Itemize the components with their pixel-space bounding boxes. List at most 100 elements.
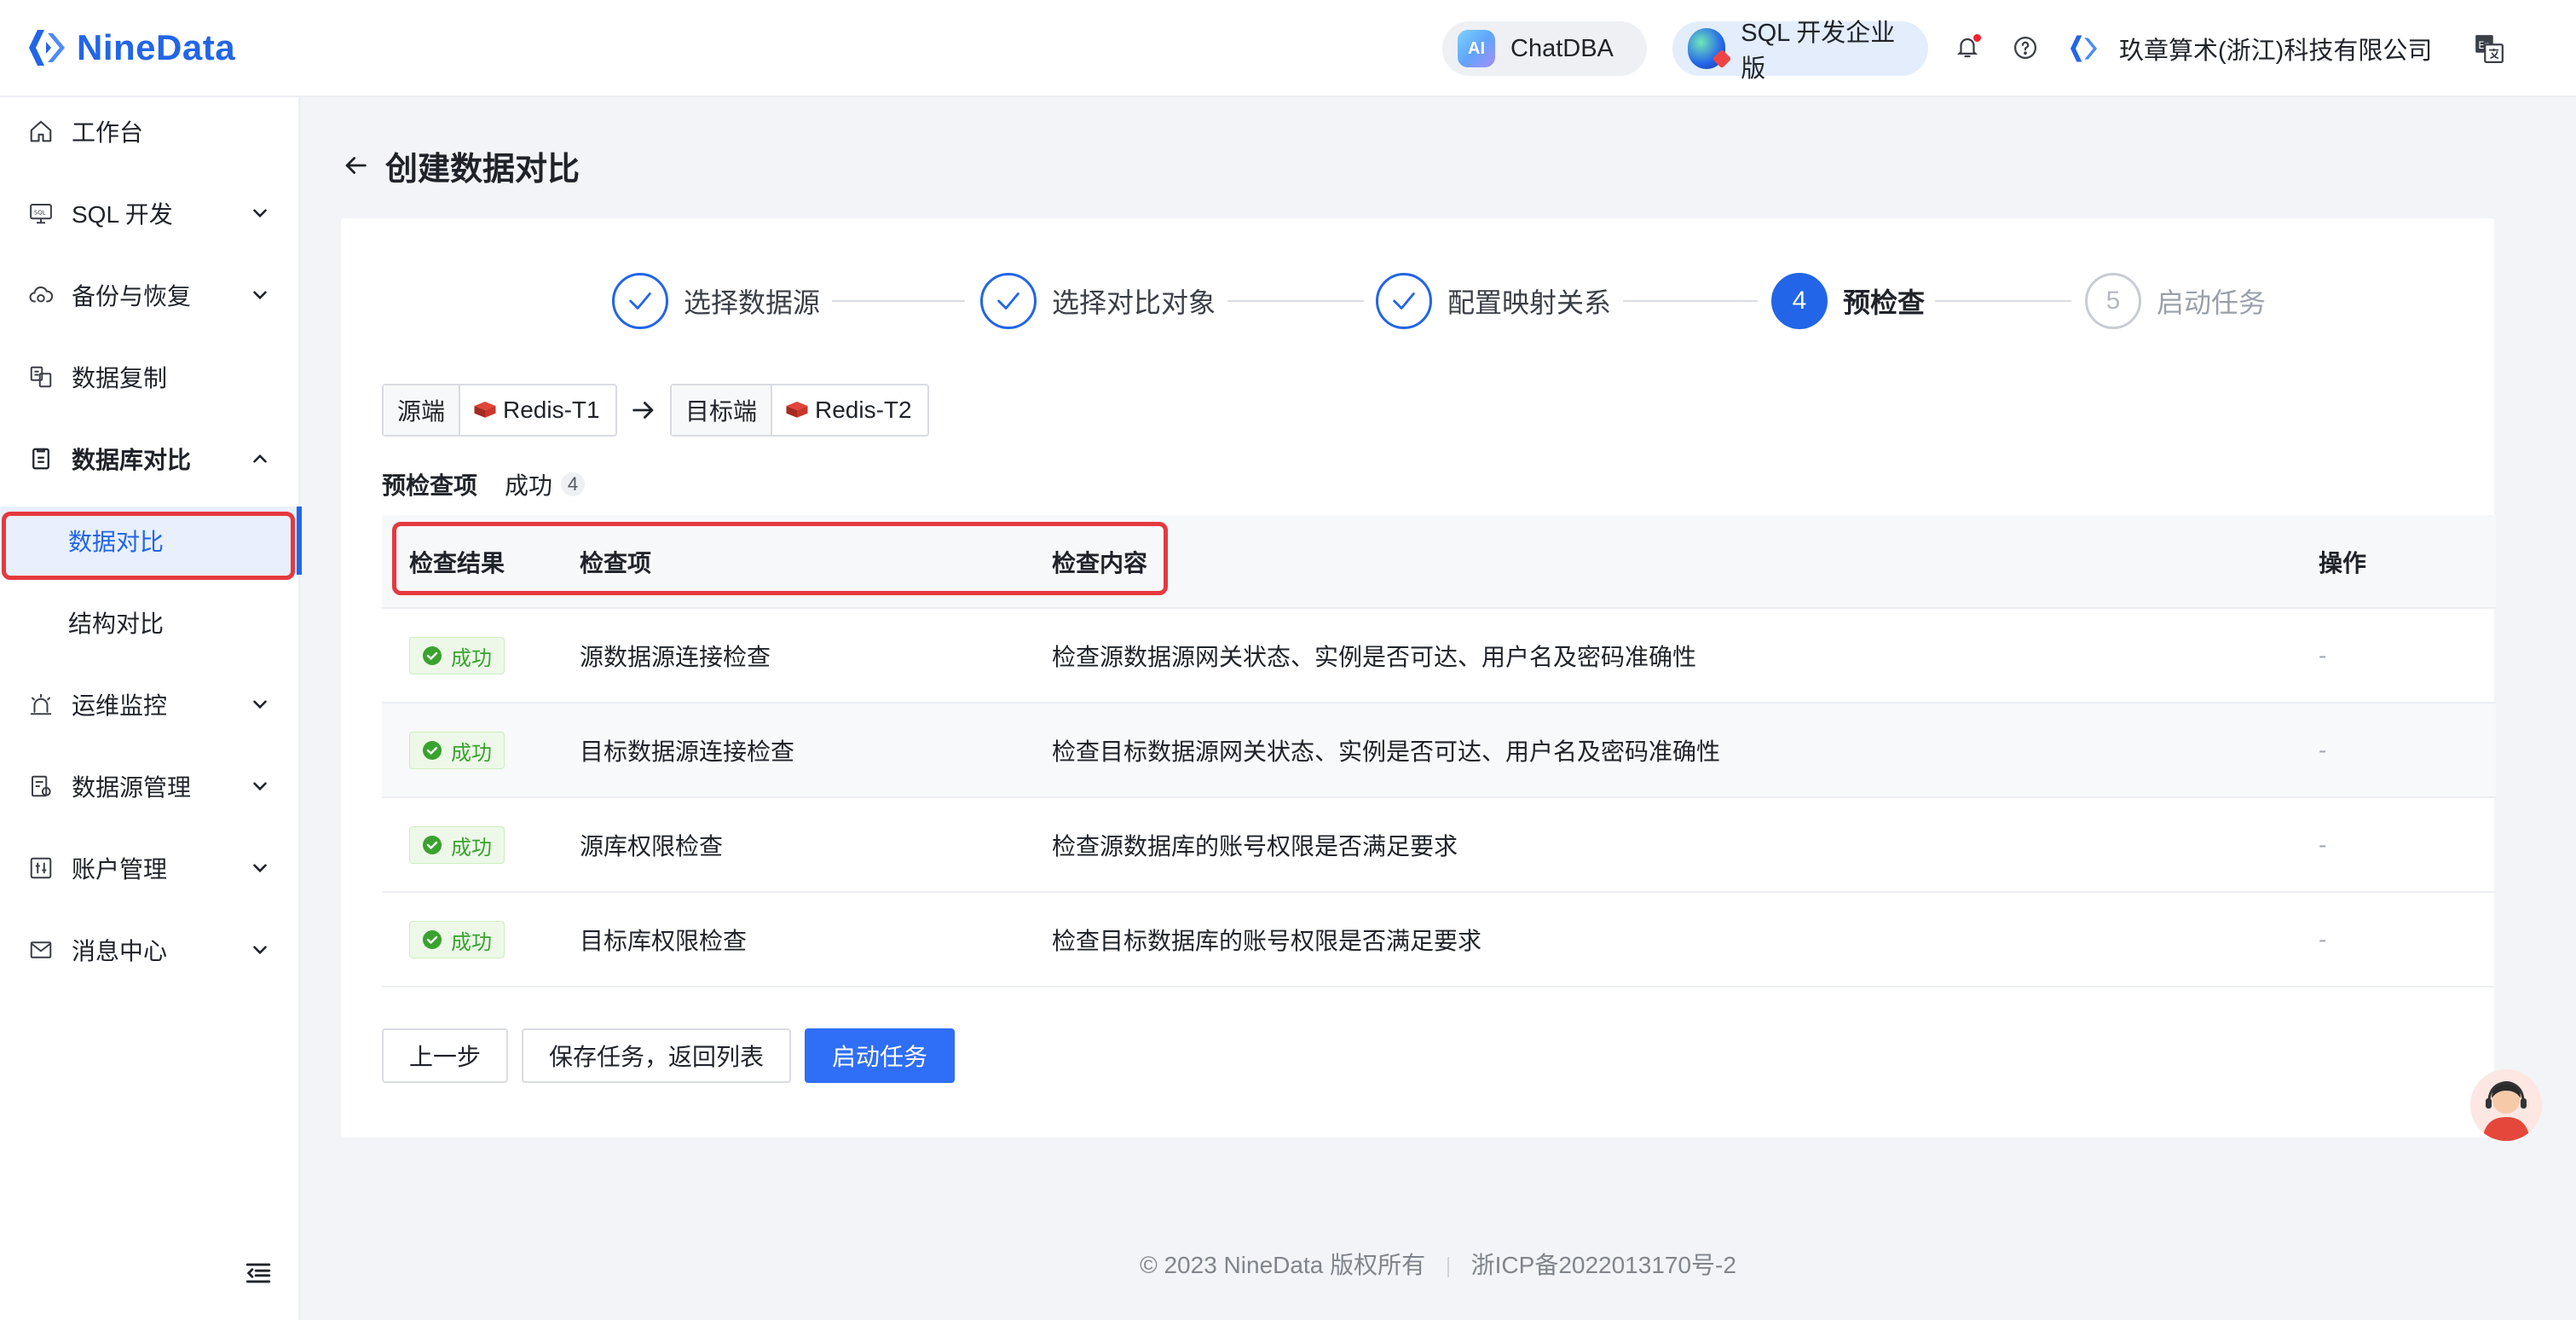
table-row: 成功 源库权限检查 检查源数据库的账号权限是否满足要求 - [382,798,2496,893]
column-header-result: 检查结果 [409,550,505,576]
success-tag: 成功 [409,921,505,958]
source-name: Redis-T1 [503,397,600,423]
footer: © 2023 NineData 版权所有 浙ICP备2022013170号-2 [0,1247,2576,1281]
chatdba-label: ChatDBA [1510,34,1614,62]
globe-icon [1688,28,1726,69]
chevron-down-icon [253,700,267,709]
prev-step-button[interactable]: 上一步 [382,1028,508,1083]
organization-name: 玖章算术(浙江)科技有限公司 [2119,38,2433,65]
cloud-backup-icon [27,281,55,309]
sql-enterprise-button[interactable]: SQL 开发企业版 [1672,20,1928,83]
customer-service-icon [2470,1069,2542,1141]
organization-logo-icon [2070,35,2098,62]
mail-icon [27,936,55,964]
footer-divider [1447,1256,1449,1277]
check-item: 目标数据源连接检查 [580,738,795,765]
icp-link[interactable]: 浙ICP备2022013170号-2 [1471,1252,1736,1278]
step-label: 选择数据源 [684,287,821,318]
success-tag: 成功 [409,826,505,864]
check-icon [980,273,1037,329]
step-connector [832,300,965,302]
sidebar-item-monitoring[interactable]: 运维监控 [0,670,300,738]
table-row: 成功 源数据源连接检查 检查源数据源网关状态、实例是否可达、用户名及密码准确性 … [382,609,2496,703]
sidebar-item-sql-dev[interactable]: SQL SQL 开发 [0,179,300,247]
precheck-tabs: 预检查项 成功 4 [382,467,586,501]
brand-name: NineData [77,27,236,67]
source-endpoint: 源端 Redis-T1 [382,384,617,437]
check-icon [612,273,668,329]
sidebar: 工作台 SQL SQL 开发 备份与恢复 数据复制 数据库对比 数据对比 结构对… [0,97,302,1320]
redis-icon [474,402,496,418]
source-tag: 源端 [384,385,461,435]
step-mapping: 配置映射关系 [1376,271,1611,331]
sidebar-item-schema-compare[interactable]: 结构对比 [0,588,300,657]
sidebar-item-label: SQL 开发 [72,201,173,228]
sidebar-item-replication[interactable]: 数据复制 [0,343,300,411]
chevron-down-icon [253,946,267,955]
check-item: 目标库权限检查 [580,928,748,954]
step-label: 启动任务 [2157,287,2267,318]
language-icon[interactable]: En [2472,32,2506,66]
check-content: 检查源数据源网关状态、实例是否可达、用户名及密码准确性 [1052,644,1697,670]
copyright-icon: © [1140,1252,1158,1278]
sidebar-item-workbench[interactable]: 工作台 [0,97,300,165]
chatdba-button[interactable]: AI ChatDBA [1442,21,1647,76]
start-task-button[interactable]: 启动任务 [805,1028,955,1083]
top-bar: NineData AI ChatDBA SQL 开发企业版 玖章算术(浙江)科技… [0,0,2576,97]
sidebar-item-messages[interactable]: 消息中心 [0,916,300,984]
notification-dot [1973,34,1981,42]
check-circle-icon [423,836,442,854]
tab-success[interactable]: 成功 4 [505,467,586,501]
row-action: - [2319,831,2327,858]
tab-precheck-items[interactable]: 预检查项 [382,467,477,501]
chevron-up-icon [253,454,267,463]
sidebar-item-backup[interactable]: 备份与恢复 [0,261,300,329]
sidebar-item-account[interactable]: 账户管理 [0,834,300,902]
sidebar-item-label: 数据对比 [68,529,165,555]
check-circle-icon [423,741,442,760]
target-value: Redis-T2 [772,385,927,435]
chevron-down-icon [253,864,267,873]
sql-enterprise-label: SQL 开发企业版 [1741,20,1896,83]
target-endpoint: 目标端 Redis-T2 [670,384,929,437]
arrow-right-icon [632,402,654,419]
step-label: 选择对比对象 [1052,287,1216,318]
copy-icon [27,363,55,391]
ai-icon: AI [1458,30,1495,67]
sidebar-item-label: 运维监控 [72,692,168,719]
sidebar-item-db-compare[interactable]: 数据库对比 [0,425,300,493]
chevron-down-icon [253,291,267,300]
sidebar-item-label: 结构对比 [68,611,165,637]
step-connector [1227,300,1364,302]
chevron-down-icon [253,782,267,791]
logo[interactable]: NineData [26,22,235,73]
tab-success-label: 成功 [505,472,553,499]
sidebar-item-datasource[interactable]: 数据源管理 [0,752,300,820]
organization-switcher[interactable]: 玖章算术(浙江)科技有限公司 [2068,26,2432,72]
page-header: 创建数据对比 [341,140,580,191]
result-label: 成功 [451,930,492,954]
sidebar-item-label: 数据复制 [72,365,168,391]
compare-icon [27,445,55,472]
column-header-item: 检查项 [580,550,652,576]
account-icon [27,854,55,882]
save-and-return-button[interactable]: 保存任务，返回列表 [522,1028,791,1083]
step-select-objects: 选择对比对象 [980,271,1216,331]
chevron-down-icon [253,209,267,218]
step-number: 5 [2085,273,2141,329]
success-tag: 成功 [409,732,505,769]
help-icon[interactable] [2010,32,2041,63]
sidebar-item-data-compare[interactable]: 数据对比 [0,507,302,575]
back-arrow-icon[interactable] [341,151,370,180]
source-value: Redis-T1 [460,385,615,435]
sidebar-item-label: 数据库对比 [72,447,192,473]
step-label: 配置映射关系 [1447,287,1612,318]
row-action: - [2319,737,2327,763]
bell-icon[interactable] [1952,32,1983,63]
support-avatar[interactable] [2470,1069,2542,1141]
alarm-icon [27,691,55,718]
check-content: 检查目标数据库的账号权限是否满足要求 [1052,928,1482,954]
step-start-task: 5 启动任务 [2085,271,2266,331]
step-connector [1935,300,2071,302]
step-select-datasource: 选择数据源 [612,271,820,331]
